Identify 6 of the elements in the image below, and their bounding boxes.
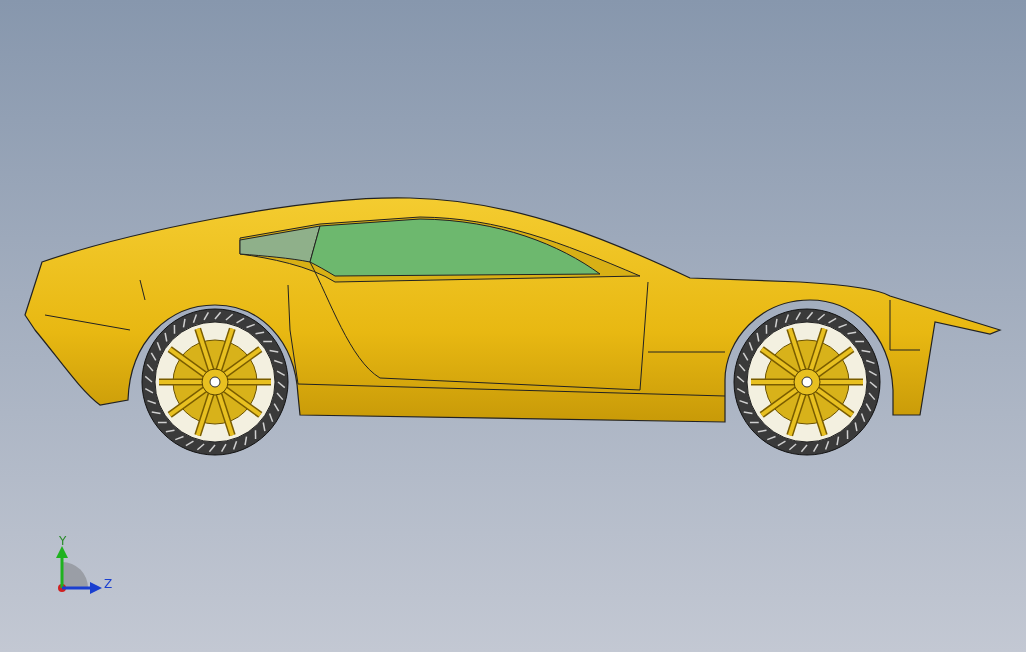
y-axis-arrow xyxy=(56,546,68,588)
origin-dot xyxy=(58,584,66,592)
axis-label: Y xyxy=(59,534,67,548)
z-axis-arrow xyxy=(62,582,102,594)
axis-label: Z xyxy=(104,577,113,591)
triad-arc-icon xyxy=(62,562,88,588)
